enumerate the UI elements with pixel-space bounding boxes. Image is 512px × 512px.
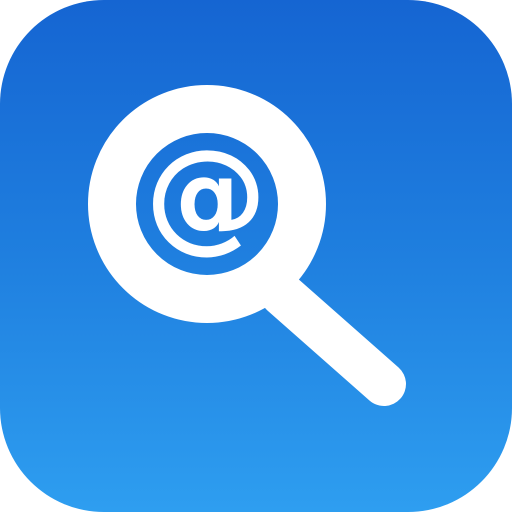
magnifier-handle [260,272,406,406]
app-icon[interactable]: @ [0,0,512,512]
at-sign-icon: @ [145,123,267,265]
